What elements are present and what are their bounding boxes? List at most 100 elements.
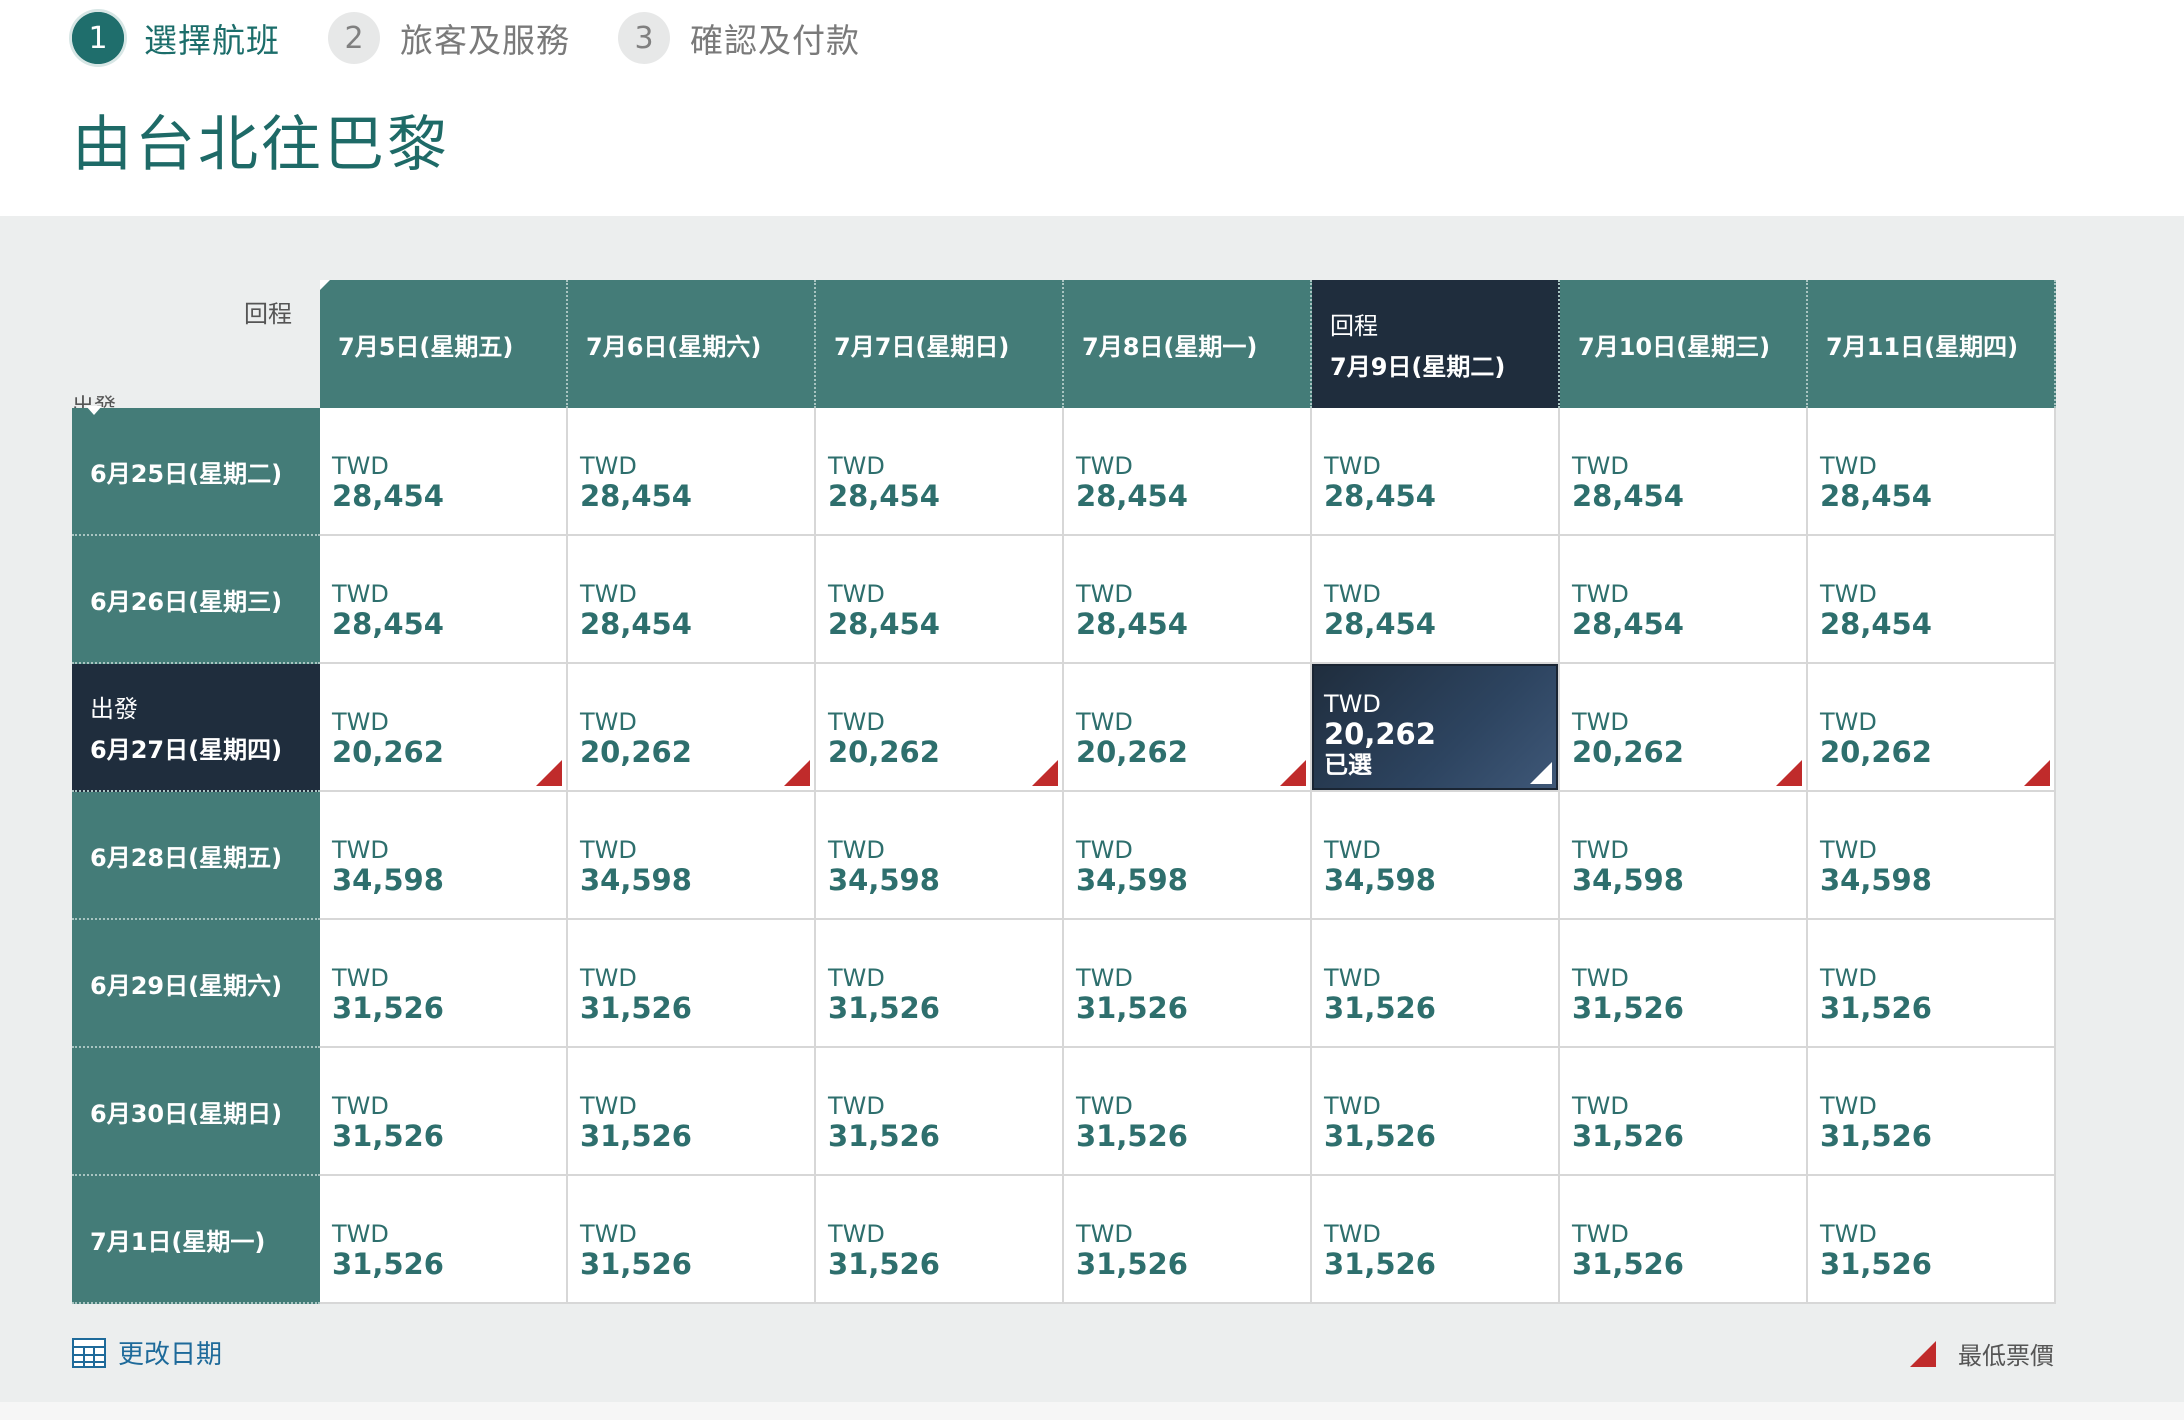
fare-amount: 28,454 xyxy=(828,607,940,641)
fare-cell[interactable]: TWD 34,598 xyxy=(1064,792,1312,920)
fare-amount: 31,526 xyxy=(1820,991,1932,1025)
fare-cell[interactable]: TWD 28,454 xyxy=(1808,536,2056,664)
return-date-header[interactable]: 7月7日(星期日) xyxy=(816,280,1064,408)
return-date-label: 7月7日(星期日) xyxy=(834,332,1010,361)
fare-amount: 34,598 xyxy=(1076,863,1188,897)
step-confirm-payment[interactable]: 3 確認及付款 xyxy=(618,12,860,64)
fare-cell[interactable]: TWD 20,262 xyxy=(816,664,1064,792)
fare-cell[interactable]: TWD 31,526 xyxy=(568,920,816,1048)
depart-date-header[interactable]: 7月1日(星期一) xyxy=(72,1176,320,1304)
fare-amount: 34,598 xyxy=(580,863,692,897)
fare-cell[interactable]: TWD 34,598 xyxy=(320,792,568,920)
fare-amount: 31,526 xyxy=(828,1119,940,1153)
page-bottom-strip xyxy=(0,1402,2184,1420)
fare-cell[interactable]: TWD 28,454 xyxy=(1560,536,1808,664)
return-date-label: 7月11日(星期四) xyxy=(1826,332,2019,361)
fare-cell[interactable]: TWD 28,454 xyxy=(1312,536,1560,664)
fare-currency: TWD xyxy=(1820,1092,1877,1120)
depart-date-header[interactable]: 6月30日(星期日) xyxy=(72,1048,320,1176)
depart-date-header[interactable]: 6月28日(星期五) xyxy=(72,792,320,920)
fare-cell[interactable]: TWD 31,526 xyxy=(568,1176,816,1304)
return-date-header[interactable]: 回程 7月9日(星期二) xyxy=(1312,280,1560,408)
fare-amount: 31,526 xyxy=(580,1247,692,1281)
fare-cell[interactable]: TWD 31,526 xyxy=(816,1048,1064,1176)
fare-amount: 34,598 xyxy=(828,863,940,897)
fare-cell[interactable]: TWD 28,454 xyxy=(320,536,568,664)
fare-cell[interactable]: TWD 31,526 xyxy=(1560,1176,1808,1304)
fare-cell[interactable]: TWD 31,526 xyxy=(1808,1048,2056,1176)
fare-cell[interactable]: TWD 28,454 xyxy=(816,408,1064,536)
fare-cell[interactable]: TWD 31,526 xyxy=(1808,920,2056,1048)
fare-cell[interactable]: TWD 31,526 xyxy=(1064,1048,1312,1176)
depart-date-header[interactable]: 6月26日(星期三) xyxy=(72,536,320,664)
fare-amount: 28,454 xyxy=(332,607,444,641)
fare-cell[interactable]: TWD 31,526 xyxy=(1312,920,1560,1048)
fare-currency: TWD xyxy=(332,708,389,736)
fare-amount: 31,526 xyxy=(1820,1247,1932,1281)
fare-amount: 20,262 xyxy=(828,735,940,769)
fare-cell[interactable]: TWD 28,454 xyxy=(1312,408,1560,536)
fare-currency: TWD xyxy=(1820,836,1877,864)
fare-cell[interactable]: TWD 20,262 xyxy=(320,664,568,792)
fare-cell[interactable]: TWD 34,598 xyxy=(1312,792,1560,920)
fare-cell[interactable]: TWD 20,262 xyxy=(1808,664,2056,792)
depart-date-header[interactable]: 出發 6月27日(星期四) xyxy=(72,664,320,792)
fare-cell[interactable]: TWD 31,526 xyxy=(1064,920,1312,1048)
fare-cell[interactable]: TWD 31,526 xyxy=(568,1048,816,1176)
step-select-flight[interactable]: 1 選擇航班 xyxy=(72,12,280,64)
fare-amount: 28,454 xyxy=(1076,607,1188,641)
return-date-header[interactable]: 7月11日(星期四) xyxy=(1808,280,2056,408)
fare-cell[interactable]: TWD 31,526 xyxy=(816,920,1064,1048)
fare-currency: TWD xyxy=(1076,836,1133,864)
fare-cell[interactable]: TWD 28,454 xyxy=(320,408,568,536)
fare-currency: TWD xyxy=(580,1092,637,1120)
fare-currency: TWD xyxy=(580,580,637,608)
fare-amount: 34,598 xyxy=(332,863,444,897)
fare-cell[interactable]: TWD 28,454 xyxy=(1808,408,2056,536)
fare-amount: 31,526 xyxy=(1572,1119,1684,1153)
fare-cell[interactable]: TWD 31,526 xyxy=(320,1176,568,1304)
fare-cell[interactable]: TWD 31,526 xyxy=(1312,1048,1560,1176)
depart-date-header[interactable]: 6月29日(星期六) xyxy=(72,920,320,1048)
fare-cell[interactable]: TWD 28,454 xyxy=(1064,536,1312,664)
fare-cell[interactable]: TWD 31,526 xyxy=(1312,1176,1560,1304)
fare-cell[interactable]: TWD 20,262 xyxy=(568,664,816,792)
fare-cell[interactable]: TWD 34,598 xyxy=(1560,792,1808,920)
step-passengers-services[interactable]: 2 旅客及服務 xyxy=(328,12,570,64)
return-date-header[interactable]: 7月8日(星期一) xyxy=(1064,280,1312,408)
fare-cell[interactable]: TWD 31,526 xyxy=(1064,1176,1312,1304)
fare-currency: TWD xyxy=(1820,580,1877,608)
fare-cell[interactable]: TWD 28,454 xyxy=(816,536,1064,664)
fare-currency: TWD xyxy=(1324,836,1381,864)
fare-cell[interactable]: TWD 28,454 xyxy=(1064,408,1312,536)
change-date-link[interactable]: 更改日期 xyxy=(72,1334,222,1371)
fare-amount: 34,598 xyxy=(1572,863,1684,897)
fare-cell[interactable]: TWD 20,262 xyxy=(1560,664,1808,792)
fare-cell[interactable]: TWD 34,598 xyxy=(568,792,816,920)
fare-cell[interactable]: TWD 28,454 xyxy=(1560,408,1808,536)
fare-amount: 20,262 xyxy=(1324,717,1436,751)
depart-date-header[interactable]: 6月25日(星期二) xyxy=(72,406,320,536)
return-date-header[interactable]: 7月10日(星期三) xyxy=(1560,280,1808,408)
fare-cell[interactable]: TWD 31,526 xyxy=(1560,1048,1808,1176)
fare-cell[interactable]: TWD 20,262 xyxy=(1064,664,1312,792)
fare-amount: 31,526 xyxy=(1076,991,1188,1025)
fare-cell[interactable]: TWD 34,598 xyxy=(1808,792,2056,920)
fare-cell[interactable]: TWD 31,526 xyxy=(320,920,568,1048)
fare-cell[interactable]: TWD 31,526 xyxy=(1808,1176,2056,1304)
fare-currency: TWD xyxy=(1572,452,1629,480)
fare-cell[interactable]: TWD 31,526 xyxy=(320,1048,568,1176)
fare-amount: 20,262 xyxy=(332,735,444,769)
return-date-header[interactable]: 7月5日(星期五) xyxy=(320,280,568,408)
fare-currency: TWD xyxy=(828,1092,885,1120)
return-date-header[interactable]: 7月6日(星期六) xyxy=(568,280,816,408)
fare-currency: TWD xyxy=(1820,1220,1877,1248)
fare-currency: TWD xyxy=(1572,580,1629,608)
fare-cell[interactable]: TWD 28,454 xyxy=(568,536,816,664)
fare-cell[interactable]: TWD 31,526 xyxy=(816,1176,1064,1304)
selected-fare-cell[interactable]: TWD 20,262 已選 xyxy=(1312,664,1560,792)
fare-cell[interactable]: TWD 34,598 xyxy=(816,792,1064,920)
fare-cell[interactable]: TWD 28,454 xyxy=(568,408,816,536)
fare-amount: 31,526 xyxy=(1076,1247,1188,1281)
fare-cell[interactable]: TWD 31,526 xyxy=(1560,920,1808,1048)
